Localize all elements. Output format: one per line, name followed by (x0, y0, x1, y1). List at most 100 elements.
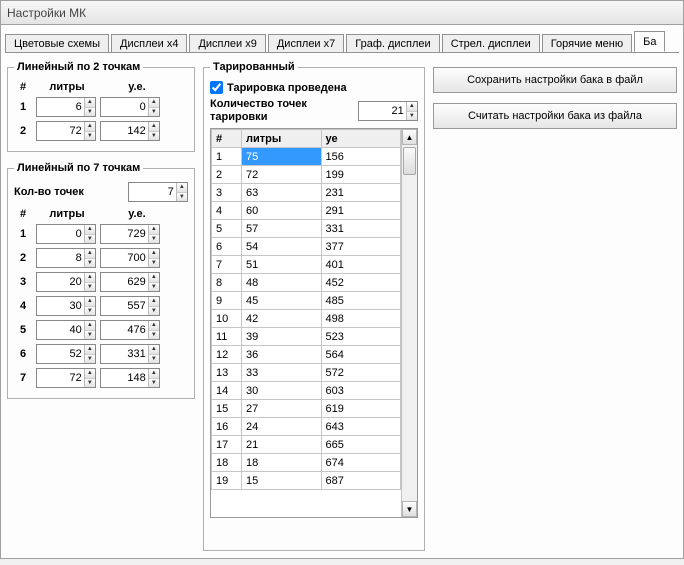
lin7-liters[interactable]: ▲ ▼ (36, 248, 96, 268)
lin7-liters[interactable]: ▲ ▼ (36, 368, 96, 388)
cell-liters[interactable]: 27 (242, 400, 322, 418)
table-row[interactable]: 6 54 377 (212, 238, 401, 256)
cell-num[interactable]: 4 (212, 202, 242, 220)
spin-down-icon[interactable]: ▼ (149, 355, 159, 364)
lin7-ue-input[interactable] (101, 345, 148, 363)
spin-up-icon[interactable]: ▲ (85, 321, 95, 331)
lin7-ue[interactable]: ▲ ▼ (100, 368, 160, 388)
lin7-ue[interactable]: ▲ ▼ (100, 296, 160, 316)
spin-down-icon[interactable]: ▼ (85, 108, 95, 117)
cell-num[interactable]: 12 (212, 346, 242, 364)
spin-down-icon[interactable]: ▼ (149, 379, 159, 388)
cell-num[interactable]: 15 (212, 400, 242, 418)
cell-liters[interactable]: 15 (242, 472, 322, 490)
scroll-down-icon[interactable]: ▼ (402, 501, 417, 517)
table-row[interactable]: 9 45 485 (212, 292, 401, 310)
cell-liters[interactable]: 24 (242, 418, 322, 436)
table-row[interactable]: 8 48 452 (212, 274, 401, 292)
spin-up-icon[interactable]: ▲ (85, 249, 95, 259)
cell-liters[interactable]: 45 (242, 292, 322, 310)
table-row[interactable]: 18 18 674 (212, 454, 401, 472)
cell-num[interactable]: 18 (212, 454, 242, 472)
lin2-ue-input[interactable] (101, 122, 148, 140)
table-row[interactable]: 5 57 331 (212, 220, 401, 238)
tab-3[interactable]: Дисплеи x7 (268, 34, 344, 53)
table-row[interactable]: 16 24 643 (212, 418, 401, 436)
cell-ue[interactable]: 665 (321, 436, 401, 454)
tare-checkbox-row[interactable]: Тарировка проведена (210, 81, 418, 94)
cell-num[interactable]: 16 (212, 418, 242, 436)
spin-down-icon[interactable]: ▼ (177, 193, 187, 202)
table-row[interactable]: 3 63 231 (212, 184, 401, 202)
lin7-ue-input[interactable] (101, 249, 148, 267)
lin7-liters-input[interactable] (37, 345, 84, 363)
spin-down-icon[interactable]: ▼ (85, 307, 95, 316)
spin-down-icon[interactable]: ▼ (407, 112, 417, 121)
cell-liters[interactable]: 54 (242, 238, 322, 256)
cell-liters[interactable]: 60 (242, 202, 322, 220)
lin7-ue[interactable]: ▲ ▼ (100, 224, 160, 244)
lin7-ue[interactable]: ▲ ▼ (100, 320, 160, 340)
table-row[interactable]: 10 42 498 (212, 310, 401, 328)
cell-num[interactable]: 10 (212, 310, 242, 328)
cell-ue[interactable]: 564 (321, 346, 401, 364)
spin-up-icon[interactable]: ▲ (85, 345, 95, 355)
spin-up-icon[interactable]: ▲ (177, 183, 187, 193)
lin7-liters[interactable]: ▲ ▼ (36, 320, 96, 340)
cell-liters[interactable]: 30 (242, 382, 322, 400)
cell-ue[interactable]: 619 (321, 400, 401, 418)
spin-down-icon[interactable]: ▼ (149, 331, 159, 340)
lin7-liters-input[interactable] (37, 273, 84, 291)
lin7-ue-input[interactable] (101, 321, 148, 339)
spin-up-icon[interactable]: ▲ (149, 321, 159, 331)
cell-liters[interactable]: 42 (242, 310, 322, 328)
spin-down-icon[interactable]: ▼ (149, 307, 159, 316)
cell-num[interactable]: 3 (212, 184, 242, 202)
cell-ue[interactable]: 401 (321, 256, 401, 274)
points-input[interactable] (129, 183, 176, 201)
spin-down-icon[interactable]: ▼ (149, 108, 159, 117)
tare-count-input[interactable] (359, 102, 406, 120)
spin-down-icon[interactable]: ▼ (149, 235, 159, 244)
spin-up-icon[interactable]: ▲ (149, 273, 159, 283)
spin-up-icon[interactable]: ▲ (85, 225, 95, 235)
table-row[interactable]: 1 75 156 (212, 148, 401, 166)
table-row[interactable]: 11 39 523 (212, 328, 401, 346)
cell-num[interactable]: 6 (212, 238, 242, 256)
spin-up-icon[interactable]: ▲ (149, 369, 159, 379)
tare-grid[interactable]: # литры уе 1 75 156 2 72 199 3 63 231 4 (211, 129, 401, 490)
spin-up-icon[interactable]: ▲ (149, 122, 159, 132)
tab-5[interactable]: Стрел. дисплеи (442, 34, 540, 53)
lin7-ue[interactable]: ▲ ▼ (100, 272, 160, 292)
tab-4[interactable]: Граф. дисплеи (346, 34, 439, 53)
cell-ue[interactable]: 674 (321, 454, 401, 472)
spin-down-icon[interactable]: ▼ (85, 379, 95, 388)
cell-ue[interactable]: 687 (321, 472, 401, 490)
lin2-ue[interactable]: ▲ ▼ (100, 121, 160, 141)
lin7-liters[interactable]: ▲ ▼ (36, 272, 96, 292)
spin-up-icon[interactable]: ▲ (149, 249, 159, 259)
spin-up-icon[interactable]: ▲ (149, 225, 159, 235)
cell-ue[interactable]: 291 (321, 202, 401, 220)
lin7-liters[interactable]: ▲ ▼ (36, 344, 96, 364)
cell-ue[interactable]: 156 (321, 148, 401, 166)
grid-scrollbar[interactable]: ▲ ▼ (401, 129, 417, 517)
cell-liters[interactable]: 57 (242, 220, 322, 238)
lin7-ue[interactable]: ▲ ▼ (100, 344, 160, 364)
spin-up-icon[interactable]: ▲ (407, 102, 417, 112)
spin-up-icon[interactable]: ▲ (149, 345, 159, 355)
cell-num[interactable]: 19 (212, 472, 242, 490)
cell-liters[interactable]: 18 (242, 454, 322, 472)
spin-up-icon[interactable]: ▲ (85, 122, 95, 132)
cell-num[interactable]: 11 (212, 328, 242, 346)
tab-6[interactable]: Горячие меню (542, 34, 632, 53)
lin7-liters-input[interactable] (37, 225, 84, 243)
table-row[interactable]: 13 33 572 (212, 364, 401, 382)
scroll-track[interactable] (402, 145, 417, 501)
cell-ue[interactable]: 572 (321, 364, 401, 382)
spin-down-icon[interactable]: ▼ (85, 259, 95, 268)
table-row[interactable]: 14 30 603 (212, 382, 401, 400)
lin2-liters-input[interactable] (37, 98, 84, 116)
cell-liters[interactable]: 75 (242, 148, 322, 166)
spin-up-icon[interactable]: ▲ (85, 273, 95, 283)
